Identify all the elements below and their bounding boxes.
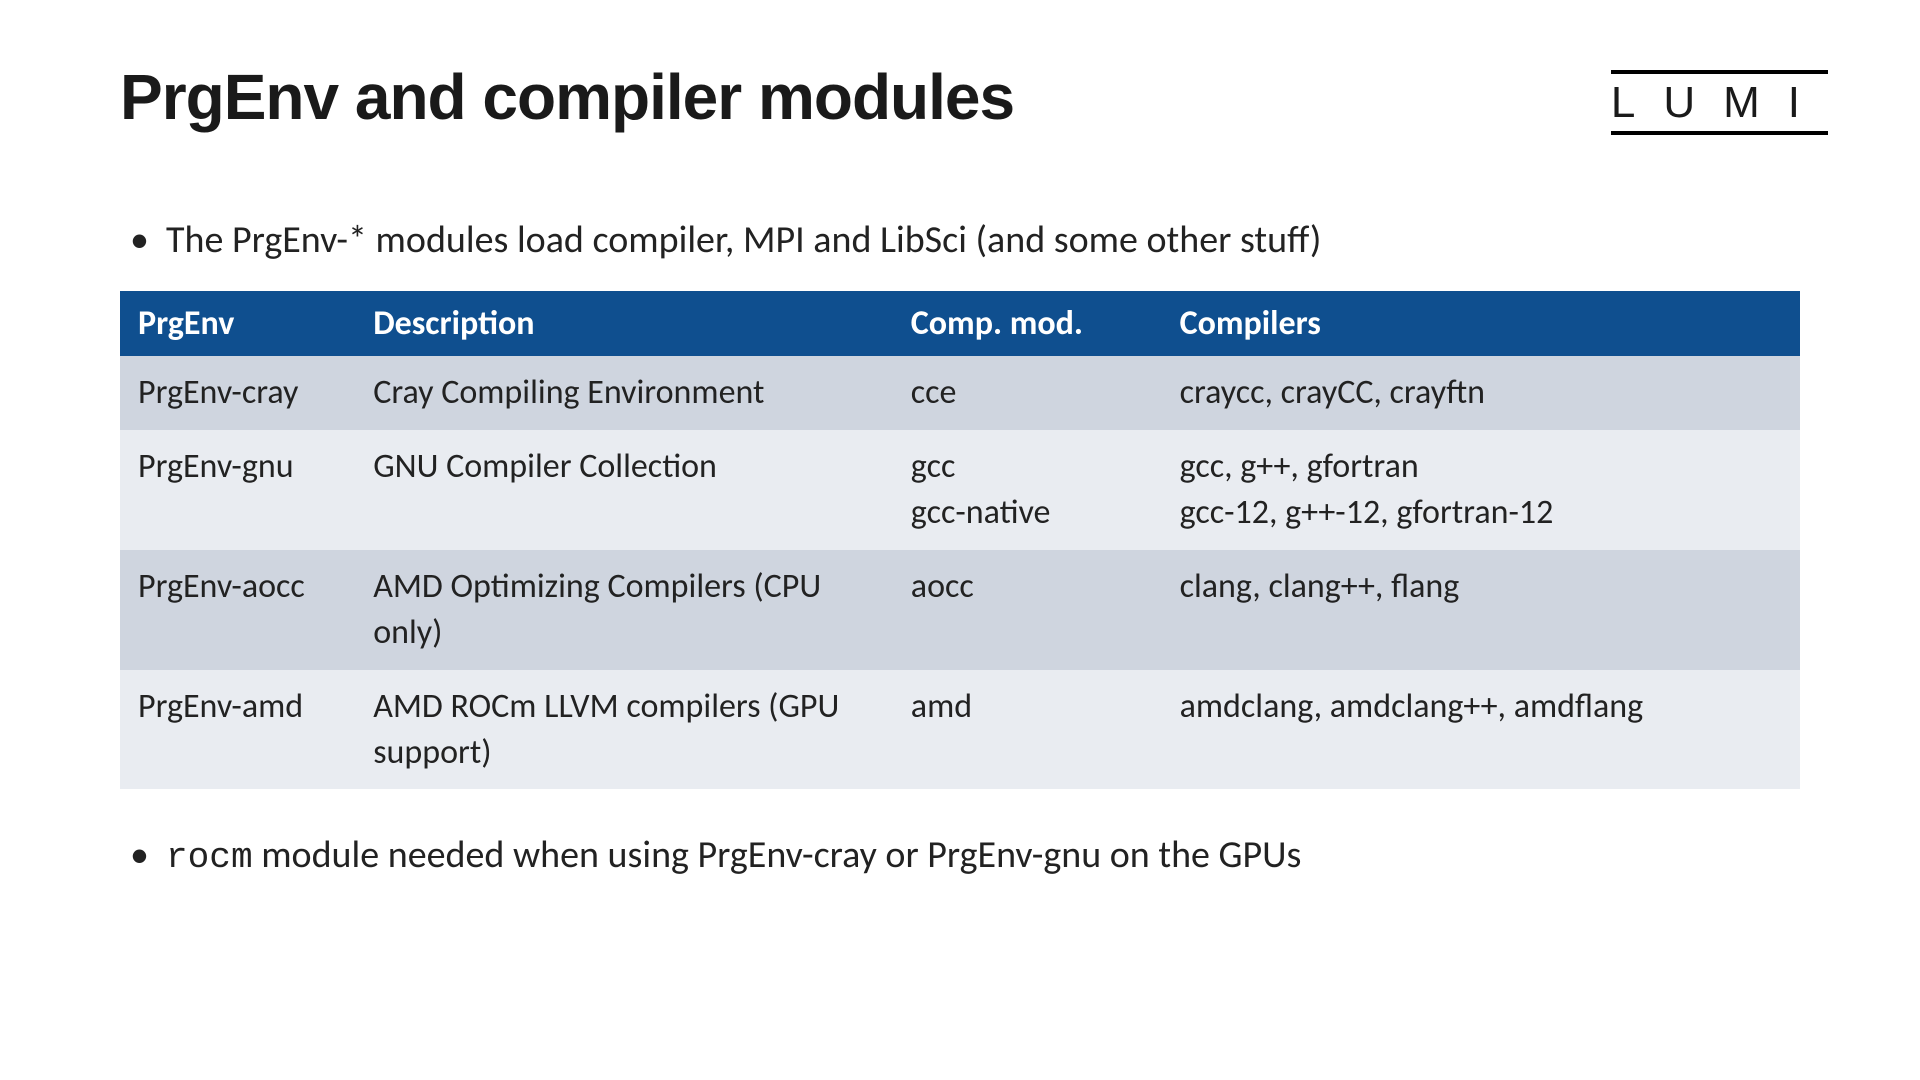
- prgenv-table: PrgEnv Description Comp. mod. Compilers …: [120, 291, 1800, 789]
- table-row: PrgEnv-gnu GNU Compiler Collection gcc g…: [120, 430, 1800, 550]
- cell-mod-line: cce: [911, 370, 1144, 416]
- bullet-top: The PrgEnv-* modules load compiler, MPI …: [130, 214, 1800, 267]
- cell-mod: cce: [893, 356, 1162, 430]
- bullet-list-bottom: rocm module needed when using PrgEnv-cra…: [130, 829, 1800, 884]
- bullet-bottom-code: rocm: [166, 837, 253, 878]
- table-row: PrgEnv-aocc AMD Optimizing Compilers (CP…: [120, 550, 1800, 670]
- lumi-logo: LUMI: [1611, 70, 1828, 135]
- cell-prgenv: PrgEnv-gnu: [120, 430, 355, 550]
- cell-desc: AMD Optimizing Compilers (CPU only): [355, 550, 893, 670]
- cell-mod: amd: [893, 670, 1162, 790]
- th-description: Description: [355, 291, 893, 356]
- cell-prgenv: PrgEnv-cray: [120, 356, 355, 430]
- cell-compilers: craycc, crayCC, crayftn: [1162, 356, 1800, 430]
- cell-compilers: gcc, g++, gfortran gcc-12, g++-12, gfort…: [1162, 430, 1800, 550]
- table-header-row: PrgEnv Description Comp. mod. Compilers: [120, 291, 1800, 356]
- cell-comp-line: amdclang, amdclang++, amdflang: [1180, 684, 1782, 730]
- table-row: PrgEnv-amd AMD ROCm LLVM compilers (GPU …: [120, 670, 1800, 790]
- cell-comp-line: craycc, crayCC, crayftn: [1180, 370, 1782, 416]
- cell-mod: gcc gcc-native: [893, 430, 1162, 550]
- cell-compilers: clang, clang++, flang: [1162, 550, 1800, 670]
- cell-mod-line: gcc: [911, 444, 1144, 490]
- slide: PrgEnv and compiler modules LUMI The Prg…: [0, 0, 1920, 1080]
- cell-compilers: amdclang, amdclang++, amdflang: [1162, 670, 1800, 790]
- cell-prgenv: PrgEnv-amd: [120, 670, 355, 790]
- cell-desc: GNU Compiler Collection: [355, 430, 893, 550]
- th-comp-mod: Comp. mod.: [893, 291, 1162, 356]
- table-row: PrgEnv-cray Cray Compiling Environment c…: [120, 356, 1800, 430]
- bullet-bottom-text: module needed when using PrgEnv-cray or …: [253, 832, 1302, 878]
- bullet-bottom: rocm module needed when using PrgEnv-cra…: [130, 829, 1800, 884]
- cell-prgenv: PrgEnv-aocc: [120, 550, 355, 670]
- cell-mod: aocc: [893, 550, 1162, 670]
- cell-comp-line: gcc, g++, gfortran: [1180, 444, 1782, 490]
- cell-comp-line: clang, clang++, flang: [1180, 564, 1782, 610]
- cell-mod-line: gcc-native: [911, 490, 1144, 536]
- cell-desc: AMD ROCm LLVM compilers (GPU support): [355, 670, 893, 790]
- cell-mod-line: amd: [911, 684, 1144, 730]
- cell-comp-line: gcc-12, g++-12, gfortran-12: [1180, 490, 1782, 536]
- th-compilers: Compilers: [1162, 291, 1800, 356]
- header-row: PrgEnv and compiler modules LUMI: [120, 60, 1800, 174]
- slide-title: PrgEnv and compiler modules: [120, 60, 1014, 134]
- th-prgenv: PrgEnv: [120, 291, 355, 356]
- bullet-list-top: The PrgEnv-* modules load compiler, MPI …: [130, 214, 1800, 267]
- cell-desc: Cray Compiling Environment: [355, 356, 893, 430]
- cell-mod-line: aocc: [911, 564, 1144, 610]
